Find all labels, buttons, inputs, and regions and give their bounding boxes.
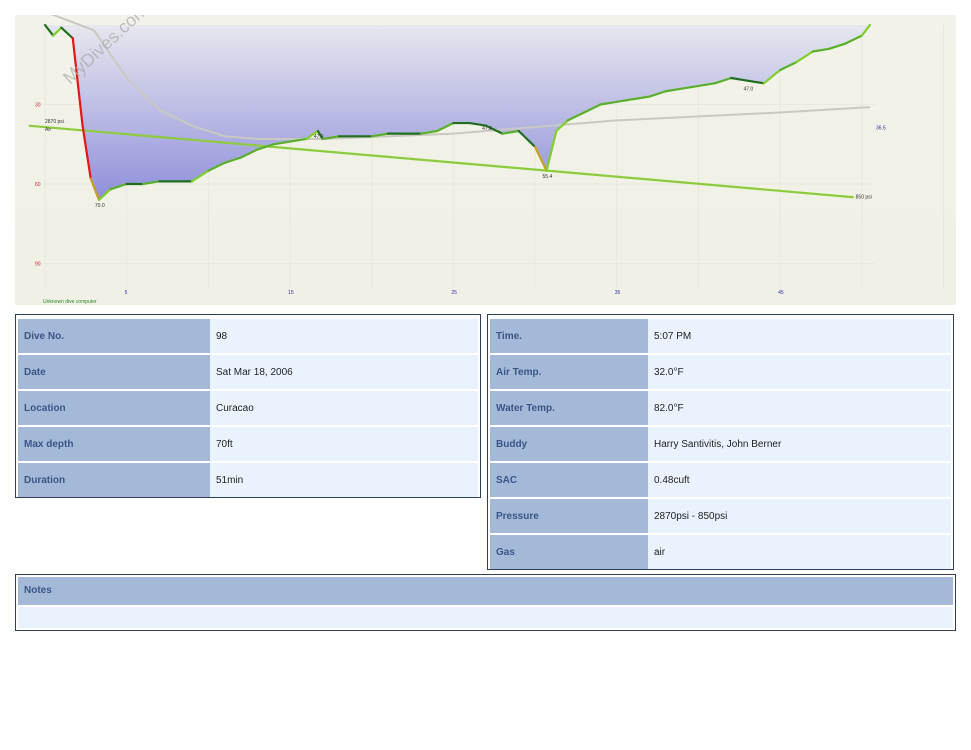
field-label: Buddy	[490, 427, 648, 461]
depth-label: 70.0	[95, 203, 105, 209]
depth-label: 55.4	[543, 174, 553, 180]
y-tick-label: 90	[35, 262, 41, 268]
field-value: 51min	[210, 463, 478, 497]
depth-label: 47.0	[482, 126, 492, 132]
notes-header: Notes	[18, 577, 953, 605]
field-value: 70ft	[210, 427, 478, 461]
field-label: Location	[18, 391, 210, 425]
field-value: air	[648, 535, 951, 569]
field-value: 82.0°F	[648, 391, 951, 425]
field-label: Gas	[490, 535, 648, 569]
notes-section: Notes	[15, 574, 956, 631]
field-label: SAC	[490, 463, 648, 497]
summary-row: Date Sat Mar 18, 2006	[18, 355, 478, 389]
depth-label: 47.0	[314, 134, 324, 140]
field-value: 2870psi - 850psi	[648, 499, 951, 533]
field-label: Pressure	[490, 499, 648, 533]
x-tick-label: 15	[288, 290, 294, 296]
conditions-row: Time. 5:07 PM	[490, 319, 951, 353]
x-tick-label: 5	[125, 290, 128, 296]
summary-row: Dive No. 98	[18, 319, 478, 353]
field-label: Date	[18, 355, 210, 389]
conditions-row: Water Temp. 82.0°F	[490, 391, 951, 425]
conditions-row: SAC 0.48cuft	[490, 463, 951, 497]
reference-end-label: 36.5	[876, 126, 886, 132]
field-value: Sat Mar 18, 2006	[210, 355, 478, 389]
dive-profile-chart: 30 60 90 5 15 25 35 45 70.0 47.0 47.0 55.4 47.0 2870…	[15, 15, 956, 305]
dive-computer-label: Unknown dive computer	[43, 299, 97, 305]
summary-row: Max depth 70ft	[18, 427, 478, 461]
notes-body	[18, 607, 953, 628]
field-value: 5:07 PM	[648, 319, 951, 353]
conditions-row: Pressure 2870psi - 850psi	[490, 499, 951, 533]
gas-label: Air	[45, 127, 51, 133]
y-tick-label: 30	[35, 103, 41, 109]
dive-summary-table: Dive No. 98 Date Sat Mar 18, 2006 Location Cu…	[15, 314, 481, 498]
conditions-row: Gas air	[490, 535, 951, 569]
conditions-row: Buddy Harry Santivitis, John Berner	[490, 427, 951, 461]
depth-label: 47.0	[743, 86, 753, 92]
field-label: Time.	[490, 319, 648, 353]
x-tick-label: 35	[615, 290, 621, 296]
summary-row: Duration 51min	[18, 463, 478, 497]
field-label: Max depth	[18, 427, 210, 461]
field-value: Harry Santivitis, John Berner	[648, 427, 951, 461]
field-value: 32.0°F	[648, 355, 951, 389]
field-label: Duration	[18, 463, 210, 497]
pressure-end-label: 850 psi	[856, 195, 872, 201]
field-label: Dive No.	[18, 319, 210, 353]
field-value: 98	[210, 319, 478, 353]
conditions-row: Air Temp. 32.0°F	[490, 355, 951, 389]
x-tick-label: 45	[778, 290, 784, 296]
field-value: Curacao	[210, 391, 478, 425]
x-tick-label: 25	[451, 290, 457, 296]
dive-conditions-table: Time. 5:07 PM Air Temp. 32.0°F Water Temp. 82…	[487, 314, 954, 570]
pressure-start-label: 2870 psi	[45, 119, 64, 125]
summary-row: Location Curacao	[18, 391, 478, 425]
field-label: Water Temp.	[490, 391, 648, 425]
field-label: Air Temp.	[490, 355, 648, 389]
y-tick-label: 60	[35, 182, 41, 188]
field-value: 0.48cuft	[648, 463, 951, 497]
